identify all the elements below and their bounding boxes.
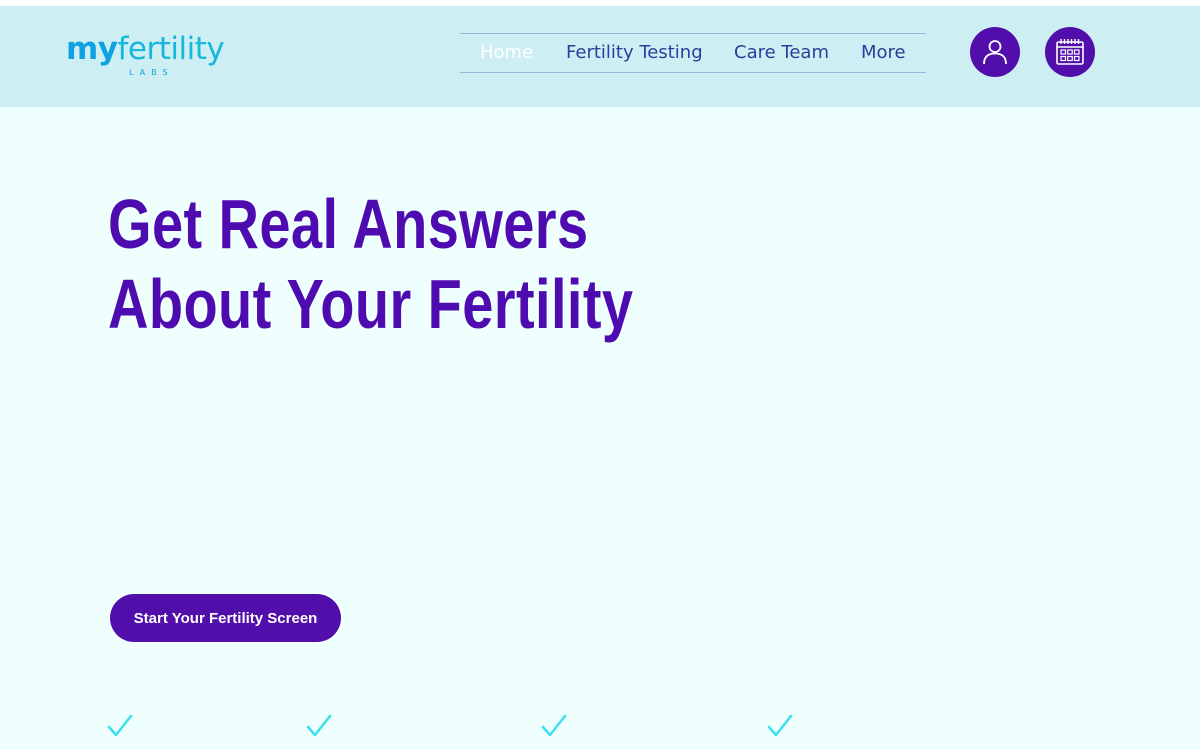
site-header: myfertility LABS Home Fertility Testing … <box>0 6 1200 107</box>
nav-item-care-team[interactable]: Care Team <box>734 42 829 63</box>
nav-item-more[interactable]: More <box>861 42 906 63</box>
page: myfertility LABS Home Fertility Testing … <box>0 6 1200 750</box>
logo-wordmark: myfertility <box>66 30 225 68</box>
main-nav: Home Fertility Testing Care Team More <box>460 33 926 73</box>
hero-title-line-1: Get Real Answers <box>108 185 589 263</box>
calendar-icon <box>1056 39 1084 65</box>
hero-title-line-2: About Your Fertility <box>108 265 634 343</box>
logo-subtitle: LABS <box>129 68 174 77</box>
book-appointment-button[interactable] <box>1045 27 1095 77</box>
logo-word-fertility: fertility <box>117 31 225 67</box>
hero-title: Get Real Answers About Your Fertility <box>108 184 633 344</box>
start-fertility-screen-button[interactable]: Start Your Fertility Screen <box>110 594 341 642</box>
logo-word-my: my <box>66 31 118 67</box>
account-button[interactable] <box>970 27 1020 77</box>
nav-item-fertility-testing[interactable]: Fertility Testing <box>566 42 703 63</box>
brand-logo[interactable]: myfertility LABS <box>66 30 246 80</box>
nav-item-home[interactable]: Home <box>480 42 533 63</box>
checkmark-icon <box>107 714 133 737</box>
checkmark-icon <box>767 714 793 737</box>
user-icon <box>983 40 1007 65</box>
checkmark-icon <box>541 714 567 737</box>
checkmark-icon <box>306 714 332 737</box>
